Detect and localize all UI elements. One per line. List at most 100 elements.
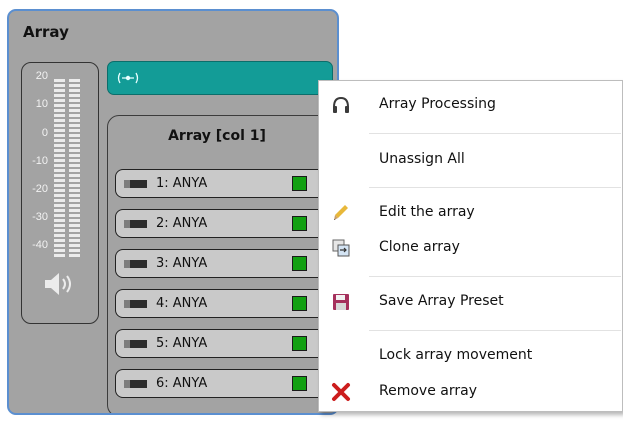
speaker-box-icon bbox=[124, 340, 147, 348]
meter-segment bbox=[54, 234, 80, 237]
meter-segment bbox=[54, 199, 80, 202]
channel-label: 3: ANYA bbox=[156, 256, 208, 271]
status-led bbox=[292, 256, 307, 271]
meter-scale-label: -30 bbox=[32, 211, 48, 223]
meter-segment bbox=[54, 194, 80, 197]
meter-segment bbox=[54, 244, 80, 247]
meter-segment bbox=[54, 174, 80, 177]
level-meter: 20 10 0 -10 -20 -30 -40 bbox=[21, 62, 99, 324]
channel-slot[interactable]: 5: ANYA bbox=[115, 329, 327, 358]
meter-segment bbox=[54, 159, 80, 162]
meter-segment bbox=[54, 139, 80, 142]
meter-segment bbox=[54, 99, 80, 102]
meter-segment bbox=[54, 104, 80, 107]
save-icon bbox=[333, 294, 349, 310]
menu-item-label: Unassign All bbox=[379, 151, 465, 167]
meter-segment bbox=[54, 119, 80, 122]
channel-label: 1: ANYA bbox=[156, 176, 208, 191]
meter-scale-label: 10 bbox=[35, 98, 48, 110]
meter-segment bbox=[54, 114, 80, 117]
status-led bbox=[292, 216, 307, 231]
meter-segment bbox=[54, 189, 80, 192]
menu-item-remove-array[interactable]: Remove array bbox=[319, 377, 622, 407]
meter-segment bbox=[54, 224, 80, 227]
menu-item-label: Array Processing bbox=[379, 96, 496, 112]
meter-segment bbox=[54, 109, 80, 112]
speaker-box-icon bbox=[124, 260, 147, 268]
column-title: Array [col 1] bbox=[168, 128, 266, 144]
link-icon bbox=[117, 72, 139, 84]
array-column[interactable]: Array [col 1] 1: ANYA 2: ANYA 3: ANYA 4:… bbox=[107, 115, 337, 413]
meter-segment bbox=[54, 134, 80, 137]
context-menu: Array Processing Unassign All Edit the a… bbox=[318, 80, 623, 412]
menu-item-array-processing[interactable]: Array Processing bbox=[319, 90, 622, 120]
menu-item-save-array-preset[interactable]: Save Array Preset bbox=[319, 287, 622, 317]
meter-segment bbox=[54, 179, 80, 182]
meter-segment bbox=[54, 144, 80, 147]
meter-segment bbox=[54, 219, 80, 222]
menu-item-label: Lock array movement bbox=[379, 347, 533, 363]
array-panel[interactable]: Array 20 10 0 -10 -20 -30 -40 Array [col… bbox=[7, 9, 339, 415]
meter-segment bbox=[54, 124, 80, 127]
remove-icon bbox=[332, 383, 350, 401]
status-led bbox=[292, 376, 307, 391]
meter-segment bbox=[54, 129, 80, 132]
speaker-icon[interactable] bbox=[43, 271, 77, 297]
meter-scale-label: -40 bbox=[32, 239, 48, 251]
speaker-box-icon bbox=[124, 380, 147, 388]
meter-segment bbox=[54, 164, 80, 167]
array-link-bar[interactable] bbox=[107, 61, 333, 95]
status-led bbox=[292, 336, 307, 351]
channel-slot[interactable]: 1: ANYA bbox=[115, 169, 327, 198]
meter-segment bbox=[54, 249, 80, 252]
status-led bbox=[292, 176, 307, 191]
channel-slot[interactable]: 4: ANYA bbox=[115, 289, 327, 318]
menu-separator bbox=[369, 187, 621, 188]
meter-segment bbox=[54, 79, 80, 82]
meter-segment bbox=[54, 239, 80, 242]
meter-segment bbox=[54, 94, 80, 97]
meter-scale-label: -20 bbox=[32, 183, 48, 195]
channel-slot[interactable]: 3: ANYA bbox=[115, 249, 327, 278]
clone-icon bbox=[332, 239, 350, 257]
headphones-icon bbox=[333, 96, 349, 113]
pencil-icon bbox=[334, 205, 348, 220]
meter-segment bbox=[54, 254, 80, 257]
meter-segment bbox=[54, 154, 80, 157]
meter-segment bbox=[54, 214, 80, 217]
menu-item-label: Clone array bbox=[379, 239, 460, 255]
menu-item-clone-array[interactable]: Clone array bbox=[319, 233, 622, 263]
meter-bars bbox=[54, 79, 80, 265]
meter-segment bbox=[54, 84, 80, 87]
meter-scale-label: 20 bbox=[35, 70, 48, 82]
meter-segment bbox=[54, 204, 80, 207]
meter-segment bbox=[54, 229, 80, 232]
status-led bbox=[292, 296, 307, 311]
menu-item-label: Remove array bbox=[379, 383, 477, 399]
channel-label: 6: ANYA bbox=[156, 376, 208, 391]
menu-item-label: Edit the array bbox=[379, 204, 475, 220]
channel-slot[interactable]: 2: ANYA bbox=[115, 209, 327, 238]
meter-segment bbox=[54, 169, 80, 172]
meter-segment bbox=[54, 149, 80, 152]
channel-label: 2: ANYA bbox=[156, 216, 208, 231]
menu-separator bbox=[369, 276, 621, 277]
channel-label: 5: ANYA bbox=[156, 336, 208, 351]
menu-item-lock-array-movement[interactable]: Lock array movement bbox=[319, 341, 622, 371]
meter-scale-label: 0 bbox=[41, 127, 48, 139]
channel-label: 4: ANYA bbox=[156, 296, 208, 311]
speaker-box-icon bbox=[124, 300, 147, 308]
menu-separator bbox=[369, 330, 621, 331]
meter-segment bbox=[54, 89, 80, 92]
meter-scale-label: -10 bbox=[32, 155, 48, 167]
menu-item-label: Save Array Preset bbox=[379, 293, 504, 309]
menu-separator bbox=[369, 133, 621, 134]
meter-segment bbox=[54, 209, 80, 212]
speaker-box-icon bbox=[124, 180, 147, 188]
panel-title: Array bbox=[23, 23, 69, 41]
channel-slot[interactable]: 6: ANYA bbox=[115, 369, 327, 398]
speaker-box-icon bbox=[124, 220, 147, 228]
menu-item-unassign-all[interactable]: Unassign All bbox=[319, 145, 622, 175]
menu-item-edit-array[interactable]: Edit the array bbox=[319, 198, 622, 228]
meter-segment bbox=[54, 184, 80, 187]
